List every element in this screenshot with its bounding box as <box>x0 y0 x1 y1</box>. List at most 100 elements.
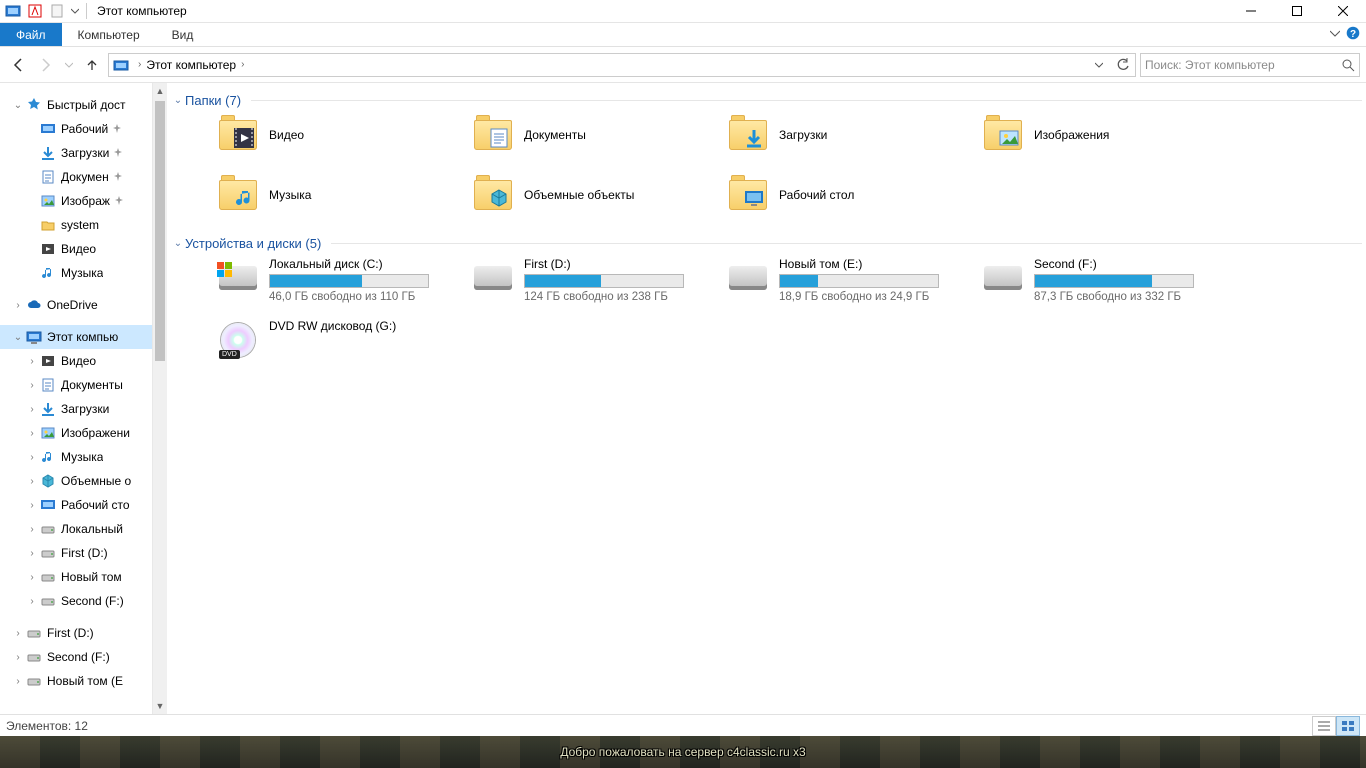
tree-quick-item[interactable]: ›Видео <box>0 237 152 261</box>
group-header-folders[interactable]: ⌄ Папки (7) <box>171 89 1362 114</box>
tree-thispc-item[interactable]: ›Новый том <box>0 565 152 589</box>
folder-tile[interactable]: Загрузки <box>727 114 982 156</box>
expand-icon[interactable]: ⌄ <box>10 100 26 111</box>
tree-quick-item[interactable]: ›system <box>0 213 152 237</box>
search-icon[interactable] <box>1341 58 1355 72</box>
tree-thispc-item[interactable]: ›Документы <box>0 373 152 397</box>
folder-icon <box>982 114 1024 156</box>
expand-icon[interactable]: › <box>24 548 40 559</box>
up-button[interactable] <box>80 53 104 77</box>
ribbon-collapse-icon[interactable] <box>1330 28 1340 38</box>
breadcrumb-sep[interactable]: › <box>236 59 249 70</box>
view-details-button[interactable] <box>1312 716 1336 736</box>
tab-file[interactable]: Файл <box>0 23 62 46</box>
tree-quick-item[interactable]: ›Загрузки <box>0 141 152 165</box>
tree-thispc[interactable]: ⌄Этот компью <box>0 325 152 349</box>
folder-tile[interactable]: Документы <box>472 114 727 156</box>
tab-view[interactable]: Вид <box>156 23 210 46</box>
scroll-down-icon[interactable]: ▼ <box>153 698 167 714</box>
tab-computer[interactable]: Компьютер <box>62 23 156 46</box>
view-tiles-button[interactable] <box>1336 716 1360 736</box>
expand-icon[interactable]: › <box>10 628 26 639</box>
expand-icon[interactable]: › <box>24 596 40 607</box>
tree-quickaccess[interactable]: ⌄Быстрый дост <box>0 93 152 117</box>
breadcrumb-thispc[interactable]: Этот компьютер <box>146 58 236 72</box>
help-icon[interactable]: ? <box>1346 26 1360 40</box>
folder-name: Документы <box>524 128 586 142</box>
expand-icon[interactable]: › <box>10 676 26 687</box>
drive-tile[interactable]: Second (F:) 87,3 ГБ свободно из 332 ГБ <box>982 257 1237 303</box>
folder-tile[interactable]: Объемные объекты <box>472 174 727 216</box>
drive-tile[interactable]: Локальный диск (C:) 46,0 ГБ свободно из … <box>217 257 472 303</box>
expand-icon[interactable]: › <box>24 404 40 415</box>
drive-icon <box>472 257 514 299</box>
folder-icon <box>472 174 514 216</box>
tree-thispc-item[interactable]: ›Локальный <box>0 517 152 541</box>
tree-thispc-item[interactable]: ›Объемные о <box>0 469 152 493</box>
search-input[interactable] <box>1145 58 1341 72</box>
tree-thispc-item[interactable]: ›Рабочий сто <box>0 493 152 517</box>
close-button[interactable] <box>1320 0 1366 23</box>
chevron-down-icon[interactable]: ⌄ <box>171 238 185 249</box>
tree-onedrive[interactable]: ›OneDrive <box>0 293 152 317</box>
separator <box>331 243 1362 244</box>
tree-thispc-item[interactable]: ›Загрузки <box>0 397 152 421</box>
drive-icon <box>217 257 259 299</box>
breadcrumb-sep[interactable]: › <box>133 59 146 70</box>
drive-name: First (D:) <box>524 257 684 271</box>
tree-quick-item[interactable]: ›Изображ <box>0 189 152 213</box>
folder-icon <box>727 114 769 156</box>
search-box[interactable] <box>1140 53 1360 77</box>
tree-thispc-item[interactable]: ›Видео <box>0 349 152 373</box>
folder-tile[interactable]: Изображения <box>982 114 1237 156</box>
expand-icon[interactable]: › <box>24 476 40 487</box>
qat-properties-icon[interactable] <box>24 0 46 22</box>
item-icon <box>40 569 56 585</box>
drive-usage-bar <box>269 274 429 288</box>
address-dropdown[interactable] <box>1087 54 1111 76</box>
tree-drive-item[interactable]: ›First (D:) <box>0 621 152 645</box>
expand-icon[interactable]: › <box>24 452 40 463</box>
refresh-button[interactable] <box>1111 54 1135 76</box>
tree-thispc-item[interactable]: ›Музыка <box>0 445 152 469</box>
folder-tile[interactable]: Музыка <box>217 174 472 216</box>
navigation-row: › Этот компьютер › <box>0 47 1366 83</box>
expand-icon[interactable]: ⌄ <box>10 332 26 343</box>
scroll-thumb[interactable] <box>155 101 165 361</box>
drive-icon <box>727 257 769 299</box>
tree-quick-item[interactable]: ›Докумен <box>0 165 152 189</box>
tree-thispc-item[interactable]: ›Second (F:) <box>0 589 152 613</box>
minimize-button[interactable] <box>1228 0 1274 23</box>
expand-icon[interactable]: › <box>10 300 26 311</box>
back-button[interactable] <box>6 53 30 77</box>
tree-thispc-item[interactable]: ›First (D:) <box>0 541 152 565</box>
group-header-drives[interactable]: ⌄ Устройства и диски (5) <box>171 232 1362 257</box>
folder-tile[interactable]: Видео <box>217 114 472 156</box>
expand-icon[interactable]: › <box>24 500 40 511</box>
folder-tile[interactable]: Рабочий стол <box>727 174 982 216</box>
address-bar[interactable]: › Этот компьютер › <box>108 53 1136 77</box>
item-icon <box>40 449 56 465</box>
recent-dropdown[interactable] <box>62 53 76 77</box>
drive-tile[interactable]: First (D:) 124 ГБ свободно из 238 ГБ <box>472 257 727 303</box>
scroll-up-icon[interactable]: ▲ <box>153 83 167 99</box>
dvd-drive-tile[interactable]: DVD RW дисковод (G:) <box>217 319 472 361</box>
tree-drive-item[interactable]: ›Новый том (E <box>0 669 152 693</box>
qat-dropdown-icon[interactable] <box>68 0 82 22</box>
expand-icon[interactable]: › <box>24 380 40 391</box>
expand-icon[interactable]: › <box>10 652 26 663</box>
expand-icon[interactable]: › <box>24 356 40 367</box>
expand-icon[interactable]: › <box>24 524 40 535</box>
expand-icon[interactable]: › <box>24 572 40 583</box>
expand-icon[interactable]: › <box>24 428 40 439</box>
tree-quick-item[interactable]: ›Музыка <box>0 261 152 285</box>
sidebar-scrollbar[interactable]: ▲ ▼ <box>152 83 167 714</box>
tree-drive-item[interactable]: ›Second (F:) <box>0 645 152 669</box>
tree-quick-item[interactable]: ›Рабочий <box>0 117 152 141</box>
forward-button[interactable] <box>34 53 58 77</box>
drive-tile[interactable]: Новый том (E:) 18,9 ГБ свободно из 24,9 … <box>727 257 982 303</box>
chevron-down-icon[interactable]: ⌄ <box>171 95 185 106</box>
qat-newfolder-icon[interactable] <box>46 0 68 22</box>
maximize-button[interactable] <box>1274 0 1320 23</box>
tree-thispc-item[interactable]: ›Изображени <box>0 421 152 445</box>
